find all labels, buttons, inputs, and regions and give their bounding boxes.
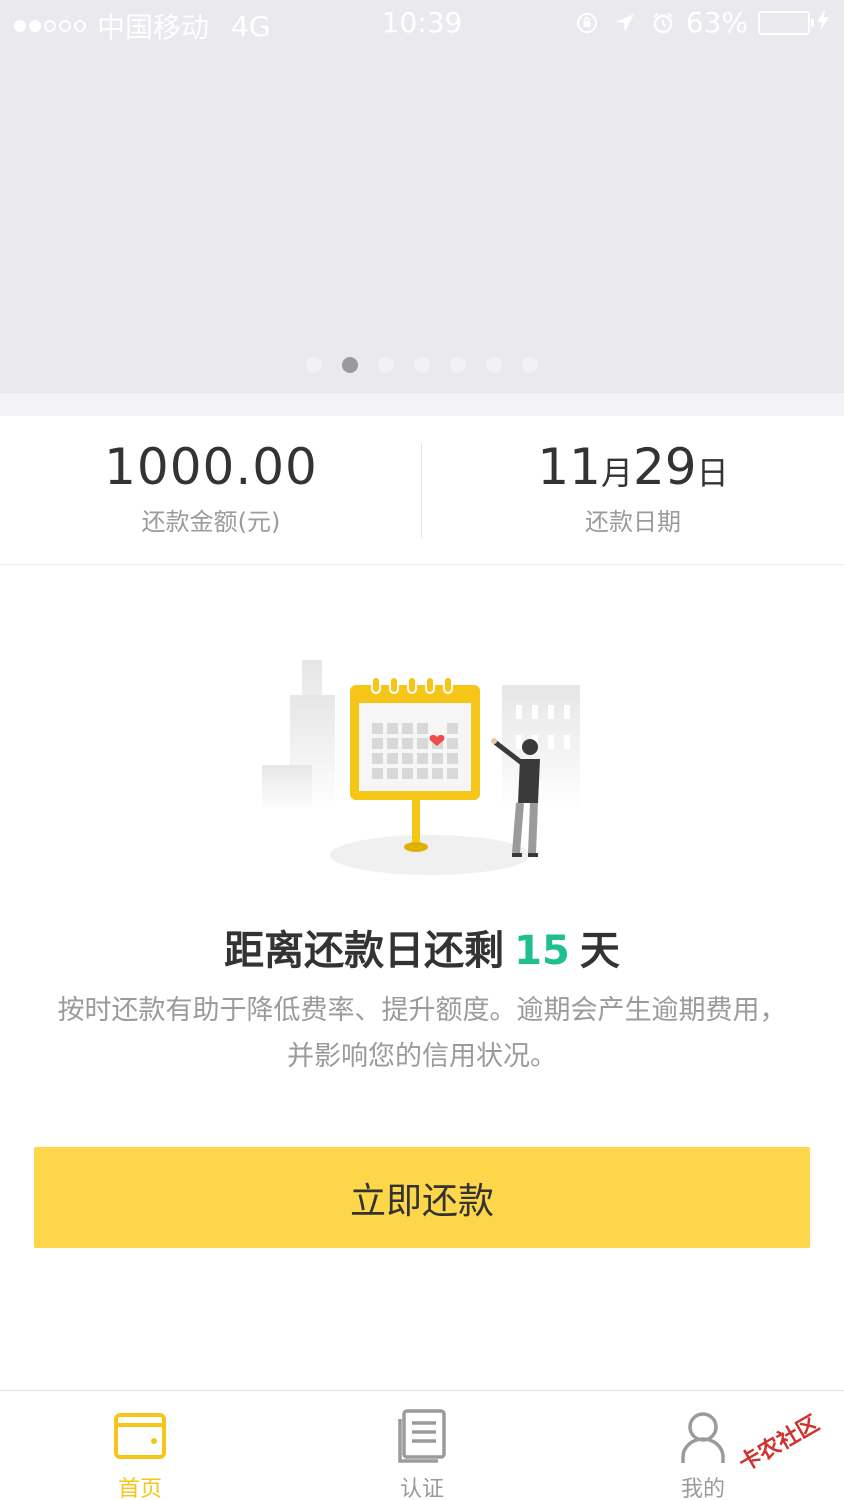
tab-home-label: 首页 xyxy=(117,1477,162,1500)
document-icon xyxy=(398,1409,446,1463)
banner-carousel[interactable]: 中国移动 4G 10:39 63% xyxy=(0,0,844,393)
repay-now-button[interactable]: 立即还款 xyxy=(34,1147,810,1248)
charging-bolt-icon xyxy=(816,6,830,39)
repayment-amount-block: 1000.00 还款金额(元) xyxy=(0,416,422,565)
status-bar: 中国移动 4G 10:39 63% xyxy=(0,0,844,46)
countdown-suffix: 天 xyxy=(579,928,620,974)
repayment-amount-value: 1000.00 xyxy=(104,438,318,496)
date-day: 29 xyxy=(633,438,697,496)
rotation-lock-icon xyxy=(574,10,600,36)
alarm-clock-icon xyxy=(650,10,676,36)
repayment-date-value: 11月29日 xyxy=(422,438,844,496)
section-divider xyxy=(0,393,844,416)
tab-certification[interactable]: 认证 xyxy=(322,1391,522,1500)
repayment-countdown: 距离还款日还剩 15 天 xyxy=(0,918,844,976)
date-month-unit: 月 xyxy=(600,454,633,492)
countdown-prefix: 距离还款日还剩 xyxy=(224,928,505,974)
repayment-amount-label: 还款金额(元) xyxy=(141,508,281,536)
tab-certification-label: 认证 xyxy=(399,1477,444,1500)
repayment-date-block: 11月29日 还款日期 xyxy=(422,416,844,565)
bottom-tab-bar: 首页 认证 我的 xyxy=(0,1390,844,1500)
repayment-tip: 按时还款有助于降低费率、提升额度。逾期会产生逾期费用，并影响您的信用状况。 xyxy=(57,995,787,1072)
user-icon xyxy=(681,1412,725,1463)
repayment-summary: 1000.00 还款金额(元) 11月29日 还款日期 xyxy=(0,416,844,565)
carousel-dot[interactable] xyxy=(342,357,358,373)
carousel-dot[interactable] xyxy=(306,357,322,373)
countdown-days: 15 xyxy=(514,928,570,974)
repayment-date-label: 还款日期 xyxy=(585,508,681,536)
wallet-icon xyxy=(114,1413,166,1459)
carousel-dot[interactable] xyxy=(414,357,430,373)
carousel-dot[interactable] xyxy=(522,357,538,373)
date-day-unit: 日 xyxy=(696,454,729,492)
tab-home[interactable]: 首页 xyxy=(40,1391,240,1500)
carousel-dot[interactable] xyxy=(378,357,394,373)
calendar-reminder-illustration xyxy=(262,660,580,875)
battery-icon xyxy=(758,10,814,35)
battery-percent: 63% xyxy=(685,6,748,39)
date-month: 11 xyxy=(537,438,601,496)
location-arrow-icon xyxy=(612,10,638,36)
carousel-page-indicator[interactable] xyxy=(0,357,844,373)
carousel-dot[interactable] xyxy=(486,357,502,373)
carousel-dot[interactable] xyxy=(450,357,466,373)
